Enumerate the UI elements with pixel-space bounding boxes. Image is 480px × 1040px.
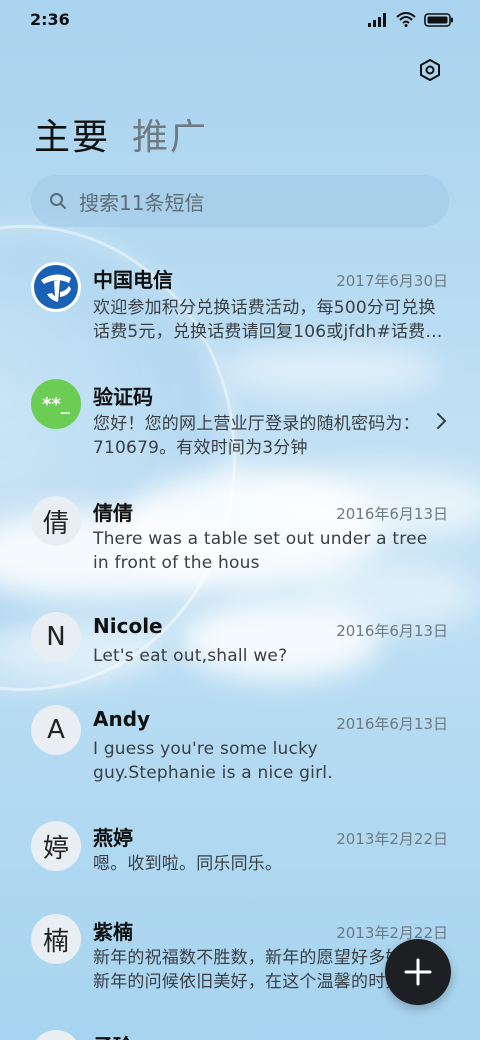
avatar-text: 玲 [43,1037,69,1040]
search-bar[interactable]: 搜索11条短信 [31,175,449,227]
tab-promotions[interactable]: 推广 [132,108,208,160]
avatar-text: 倩 [42,508,69,539]
status-time: 2:36 [30,10,70,29]
conversation-name: Nicole [93,614,163,638]
conversation-item[interactable]: 玲 子玲 [0,1027,480,1040]
conversation-preview: 欢迎参加积分兑换话费活动，每500分可兑换话费5元，兑换话费请回复106或jfd… [93,298,443,342]
conversation-name: 验证码 [93,385,153,409]
status-icons [368,12,454,27]
search-input[interactable]: 搜索11条短信 [79,187,204,216]
verification-code-avatar: **_ [31,379,81,429]
search-icon [47,190,69,212]
china-telecom-logo-icon [31,262,81,312]
conversation-date: 2016年6月13日 [336,715,448,733]
conversation-preview: There was a table set out under a tree i… [93,529,428,573]
conversation-name: 紫楠 [93,920,133,944]
conversation-item[interactable]: 婷 燕婷 2013年2月22日 嗯。收到啦。同乐同乐。 [0,812,480,907]
avatar-text: N [46,622,66,652]
avatar-text: **_ [42,393,70,415]
conversation-date: 2017年6月30日 [336,272,448,290]
conversation-name: Andy [93,707,151,731]
conversation-preview: 嗯。收到啦。同乐同乐。 [93,854,283,874]
avatar-text: A [47,715,65,745]
conversation-item[interactable]: 中国电信 2017年6月30日 欢迎参加积分兑换话费活动，每500分可兑换话费5… [0,247,480,357]
conversation-item[interactable]: A Andy 2016年6月13日 I guess you're some lu… [0,695,480,805]
wifi-icon [396,12,416,27]
avatar-text: 婷 [42,833,69,864]
conversation-item[interactable]: N Nicole 2016年6月13日 Let's eat out,shall … [0,602,480,697]
conversation-preview: Let's eat out,shall we? [93,646,288,666]
new-message-button[interactable] [385,939,451,1005]
category-tabs: 主要 推广 [34,108,208,160]
settings-button[interactable] [416,56,444,84]
signal-icon [368,12,386,27]
avatar: 婷 [31,821,81,871]
conversation-preview: 您好！您的网上营业厅登录的随机密码为：710679。有效时间为3分钟 [93,414,420,458]
conversation-preview: I guess you're some lucky guy.Stephanie … [93,739,333,783]
avatar: 楠 [31,914,81,964]
avatar: A [31,705,81,755]
avatar: 玲 [31,1030,81,1040]
avatar: N [31,612,81,662]
battery-icon [424,12,453,27]
conversation-name: 子玲 [93,1030,133,1040]
conversation-date: 2013年2月22日 [336,830,448,848]
plus-icon [404,958,432,986]
conversation-name: 燕婷 [93,826,133,850]
avatar: 倩 [31,496,81,546]
conversation-date: 2016年6月13日 [336,622,448,640]
conversation-name: 倩倩 [93,501,133,525]
conversation-date: 2013年2月22日 [336,924,448,942]
settings-icon [420,59,440,81]
avatar-text: 楠 [42,926,69,957]
status-bar: 2:36 [0,0,480,40]
tab-primary[interactable]: 主要 [34,108,110,160]
conversation-name: 中国电信 [93,268,173,292]
conversation-item[interactable]: 倩 倩倩 2016年6月13日 There was a table set ou… [0,485,480,595]
conversation-date: 2016年6月13日 [336,505,448,523]
conversation-item[interactable]: **_ 验证码 您好！您的网上营业厅登录的随机密码为：710679。有效时间为3… [0,367,480,477]
chevron-right-icon [437,413,447,429]
